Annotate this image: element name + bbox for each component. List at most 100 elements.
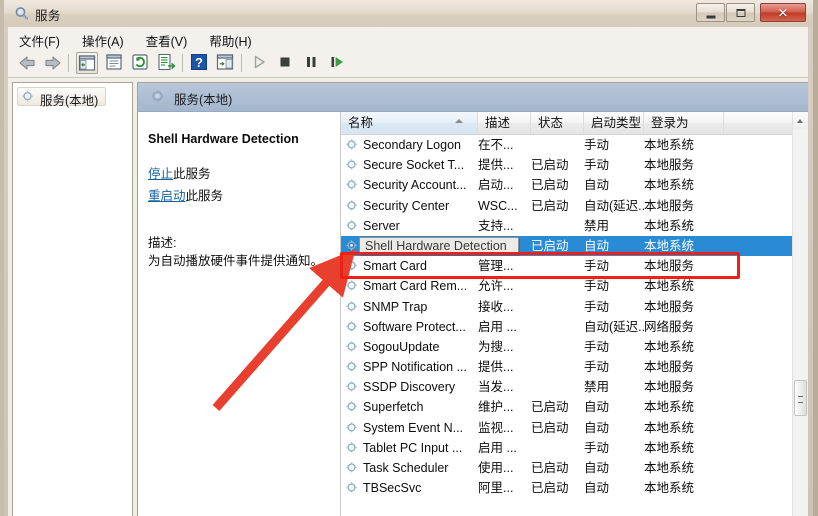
cell-name: System Event N... [341,418,500,438]
scroll-thumb[interactable] [794,380,807,416]
table-row[interactable]: Server支持...禁用本地系统 [341,216,793,236]
cell-name: SNMP Trap [341,297,500,317]
table-row[interactable]: SPP Notification ...提供...手动本地服务 [341,357,793,377]
scroll-up-arrow-icon[interactable] [793,112,808,129]
cell-description: 使用... [478,458,531,478]
cell-description: 支持... [478,216,531,236]
table-row[interactable]: Secondary Logon在不... 手动本地系统 [341,135,793,155]
menu-bar: 文件(F) 操作(A) 查看(V) 帮助(H) [8,27,808,50]
table-row[interactable]: SogouUpdate为搜...手动本地系统 [341,337,793,357]
cell-startup-type: 手动 [584,256,644,276]
cell-name: TBSecSvc [341,478,500,498]
cell-startup-type: 手动 [584,135,644,155]
stop-service-link[interactable]: 停止 [148,167,173,181]
cell-status [531,297,584,317]
cell-description: 在不... [478,135,531,155]
help-icon[interactable]: ? [189,52,211,74]
refresh-icon[interactable] [130,52,152,74]
cell-status [531,337,584,357]
table-row[interactable]: Tablet PC Input ...启用 ...手动本地系统 [341,438,793,458]
cell-status [531,357,584,377]
column-header-name[interactable]: 名称 [341,112,478,134]
stop-service-icon[interactable] [275,52,297,74]
table-row[interactable]: SSDP Discovery当发...禁用本地服务 [341,377,793,397]
show-hide-action-pane-icon[interactable] [215,52,237,74]
cell-log-on-as: 本地系统 [644,418,724,438]
table-row[interactable]: System Event N...监视...已启动自动本地系统 [341,418,793,438]
close-button[interactable]: ✕ [760,3,806,22]
cell-startup-type: 自动(延迟... [584,196,644,216]
cell-startup-type: 手动 [584,357,644,377]
service-gear-icon [345,239,359,253]
column-header-status[interactable]: 状态 [531,112,584,134]
cell-description: 维护... [478,397,531,417]
cell-log-on-as: 本地系统 [644,397,724,417]
table-row[interactable]: SNMP Trap接收...手动本地服务 [341,297,793,317]
table-row[interactable]: Smart Card Rem...允许...手动本地系统 [341,276,793,296]
minimize-icon [706,15,715,18]
page-title: Shell Hardware Detection [148,132,330,146]
cell-status [531,317,584,337]
services-gear-icon [21,90,35,104]
service-name-edit-box[interactable]: Shell Hardware Detection [359,237,519,255]
table-row[interactable]: Superfetch维护...已启动自动本地系统 [341,397,793,417]
table-row[interactable]: Security CenterWSC...已启动自动(延迟...本地服务 [341,196,793,216]
export-list-icon[interactable] [156,52,178,74]
cell-description: 为搜... [478,337,531,357]
cell-log-on-as: 本地服务 [644,377,724,397]
pause-service-icon[interactable] [301,52,323,74]
cell-log-on-as: 本地服务 [644,297,724,317]
cell-startup-type: 自动 [584,458,644,478]
show-hide-console-tree-icon[interactable] [76,52,98,74]
cell-status [531,377,584,397]
cell-log-on-as: 本地系统 [644,135,724,155]
cell-log-on-as: 本地系统 [644,478,724,498]
services-magnifier-icon [14,6,30,22]
table-row[interactable]: TBSecSvc阿里...已启动自动本地系统 [341,478,793,498]
column-header-log-on-as-label: 登录为 [651,116,689,130]
maximize-icon [736,9,745,17]
cell-description: 启动... [478,175,531,195]
cell-name: Secondary Logon [341,135,500,155]
back-arrow-icon[interactable] [16,52,38,74]
column-header-description[interactable]: 描述 [478,112,531,134]
service-detail-panel: Shell Hardware Detection 停止此服务 重启动此服务 描述… [138,112,340,516]
forward-arrow-icon[interactable] [42,52,64,74]
column-header-log-on-as[interactable]: 登录为 [644,112,724,134]
cell-log-on-as: 本地系统 [644,337,724,357]
restart-service-icon[interactable] [327,52,349,74]
cell-log-on-as: 本地系统 [644,236,724,256]
vertical-scrollbar[interactable] [792,112,808,516]
table-row[interactable]: Shell Hardware Detection已启动自动本地系统Shell H… [341,236,793,256]
cell-startup-type: 手动 [584,276,644,296]
cell-log-on-as: 本地系统 [644,438,724,458]
maximize-button[interactable] [726,3,755,22]
stop-service-suffix: 此服务 [173,167,211,181]
table-row[interactable]: Software Protect...启用 ...自动(延迟...网络服务 [341,317,793,337]
table-row[interactable]: Task Scheduler使用...已启动自动本地系统 [341,458,793,478]
sidebar-item-services-local[interactable]: 服务(本地) [17,87,106,106]
cell-description: 监视... [478,418,531,438]
table-row[interactable]: Smart Card管理...手动本地服务 [341,256,793,276]
list-column-headers: 名称 描述 状态 启动类型 登录为 [341,112,808,135]
minimize-button[interactable] [696,3,725,22]
toolbar: ? [8,49,808,78]
properties-icon[interactable] [104,52,126,74]
menu-action-label: 操作(A) [82,35,124,49]
start-service-icon[interactable] [249,52,271,74]
restart-service-link[interactable]: 重启动 [148,189,186,203]
cell-status: 已启动 [531,418,584,438]
cell-log-on-as: 本地系统 [644,458,724,478]
column-header-name-label: 名称 [348,116,373,130]
cell-name: SSDP Discovery [341,377,500,397]
cell-name: Security Account... [341,175,500,195]
sort-ascending-icon [455,119,463,123]
restart-service-suffix: 此服务 [186,189,224,203]
table-row[interactable]: Security Account...启动...已启动自动本地系统 [341,175,793,195]
cell-startup-type: 自动 [584,397,644,417]
cell-log-on-as: 本地系统 [644,175,724,195]
window-title: 服务 [35,5,61,24]
results-pane-header: 服务(本地) [138,83,808,112]
table-row[interactable]: Secure Socket T...提供...已启动手动本地服务 [341,155,793,175]
column-header-startup-type[interactable]: 启动类型 [584,112,644,134]
